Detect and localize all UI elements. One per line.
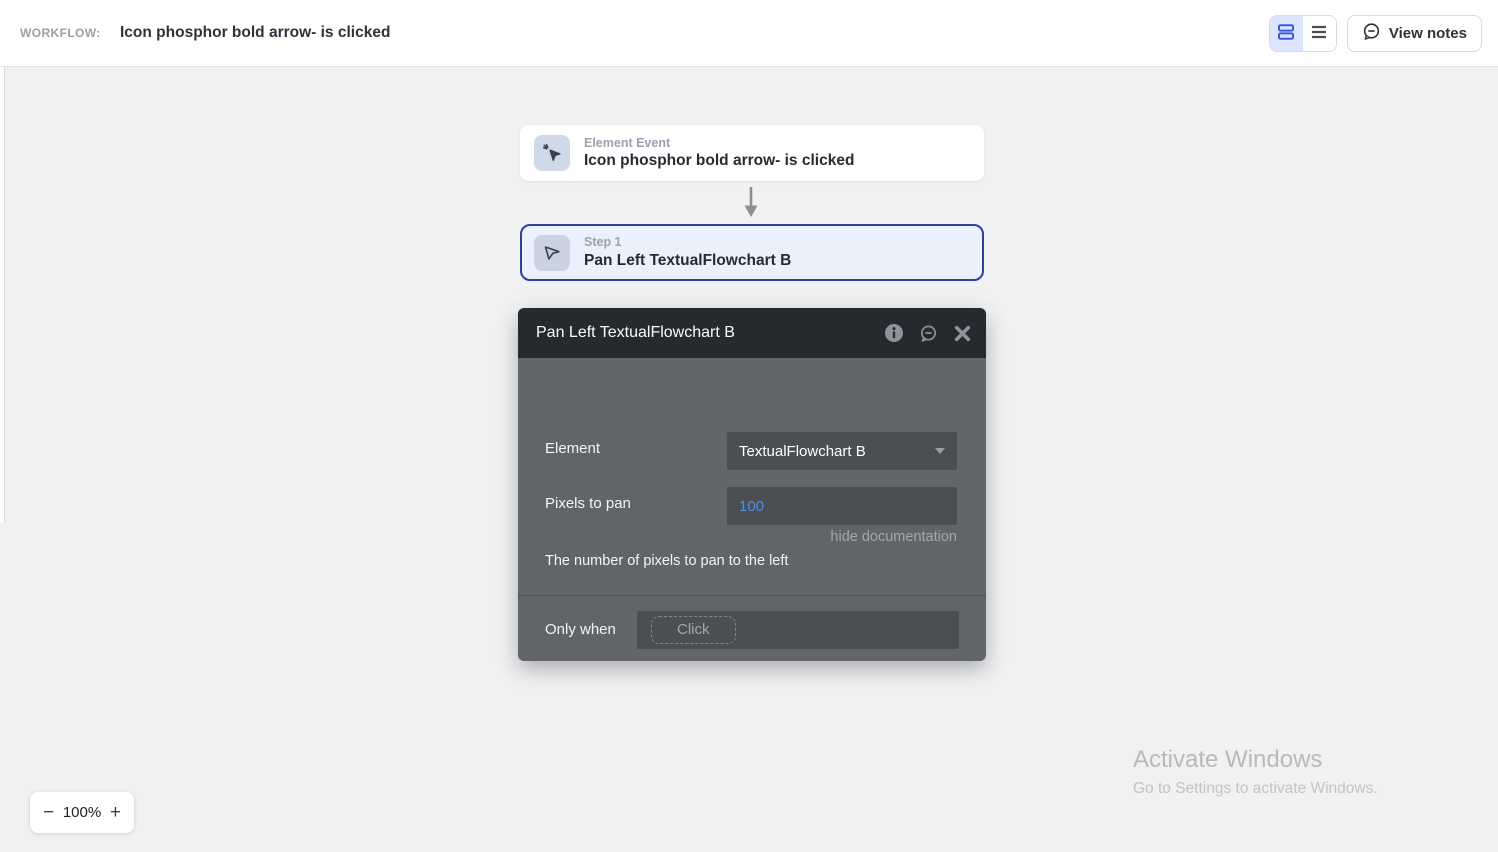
view-toggle-group xyxy=(1269,15,1337,52)
element-dropdown-value: TextualFlowchart B xyxy=(739,443,935,460)
watermark-subtitle: Go to Settings to activate Windows. xyxy=(1133,780,1378,798)
element-dropdown[interactable]: TextualFlowchart B xyxy=(727,432,957,470)
list-view-icon xyxy=(1309,22,1329,45)
event-card-texts: Element Event Icon phosphor bold arrow- … xyxy=(584,136,854,171)
info-icon[interactable] xyxy=(884,323,904,343)
zoom-in-button[interactable]: + xyxy=(110,803,121,822)
step-card-texts: Step 1 Pan Left TextualFlowchart B xyxy=(584,235,791,270)
step-card-kind: Step 1 xyxy=(584,235,791,251)
only-when-label: Only when xyxy=(545,621,616,638)
view-toggle-list[interactable] xyxy=(1303,16,1336,51)
step-card-1[interactable]: Step 1 Pan Left TextualFlowchart B xyxy=(520,224,984,281)
zoom-level: 100% xyxy=(63,804,101,821)
topbar: WORKFLOW: Icon phosphor bold arrow- is c… xyxy=(0,0,1498,67)
panel-divider xyxy=(518,595,986,596)
close-icon[interactable] xyxy=(952,323,972,343)
pixels-to-pan-input[interactable] xyxy=(727,487,957,525)
comment-icon[interactable] xyxy=(918,323,938,343)
cursor-arrow-icon xyxy=(534,235,570,271)
view-toggle-cards[interactable] xyxy=(1270,16,1303,51)
zoom-control: − 100% + xyxy=(30,792,134,833)
view-notes-button[interactable]: View notes xyxy=(1347,15,1482,52)
windows-watermark: Activate Windows Go to Settings to activ… xyxy=(1133,746,1378,798)
chevron-down-icon xyxy=(935,448,945,454)
workflow-label: WORKFLOW: xyxy=(20,0,101,66)
step-card-title: Pan Left TextualFlowchart B xyxy=(584,251,791,270)
cards-view-icon xyxy=(1276,22,1296,45)
element-label: Element xyxy=(545,440,600,457)
event-card[interactable]: Element Event Icon phosphor bold arrow- … xyxy=(520,125,984,181)
action-properties-panel: Pan Left TextualFlowchart B xyxy=(518,308,986,661)
event-card-title: Icon phosphor bold arrow- is clicked xyxy=(584,151,854,170)
left-scrollbar[interactable] xyxy=(0,67,5,523)
only-when-field[interactable]: Click xyxy=(637,611,959,649)
view-notes-label: View notes xyxy=(1389,25,1467,42)
pixels-to-pan-label: Pixels to pan xyxy=(545,495,631,512)
down-arrow-icon xyxy=(743,186,759,223)
speech-bubble-icon xyxy=(1362,22,1381,45)
hide-documentation-link[interactable]: hide documentation xyxy=(830,529,957,545)
event-card-kind: Element Event xyxy=(584,136,854,152)
panel-header[interactable]: Pan Left TextualFlowchart B xyxy=(518,308,986,358)
topbar-actions: View notes xyxy=(1269,15,1482,52)
watermark-title: Activate Windows xyxy=(1133,746,1378,774)
panel-title: Pan Left TextualFlowchart B xyxy=(536,324,884,342)
panel-header-icons xyxy=(884,323,972,343)
cursor-click-icon xyxy=(534,135,570,171)
documentation-text: The number of pixels to pan to the left xyxy=(545,553,788,569)
only-when-placeholder-chip[interactable]: Click xyxy=(651,616,736,644)
workflow-title: Icon phosphor bold arrow- is clicked xyxy=(120,0,390,66)
panel-body: Element TextualFlowchart B Pixels to pan… xyxy=(518,358,986,661)
zoom-out-button[interactable]: − xyxy=(43,803,54,822)
